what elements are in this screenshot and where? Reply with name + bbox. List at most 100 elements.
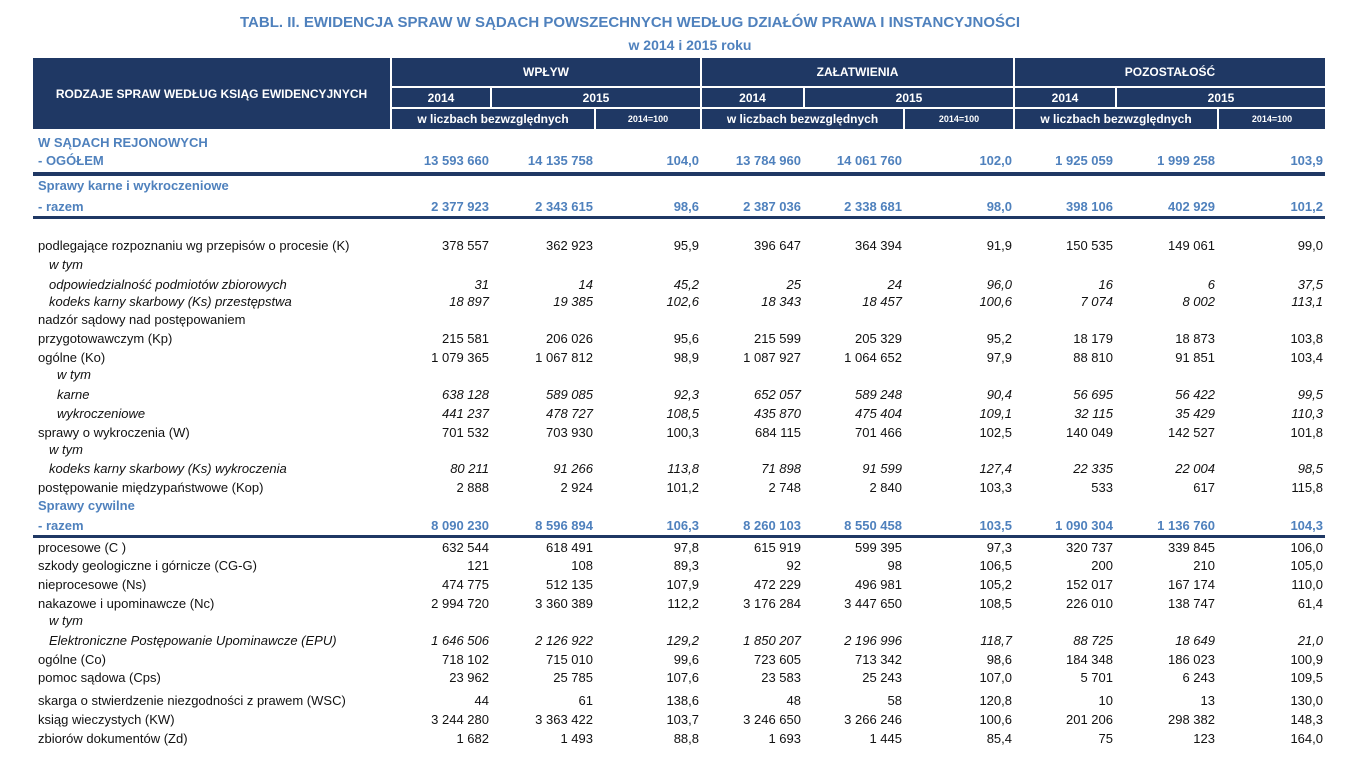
table-row: ogólne (Ko) 1 079 365 1 067 812 98,9 1 087 9… <box>33 349 1325 367</box>
row-value: 100,6 <box>979 712 1012 727</box>
table-row: w tym <box>33 256 1325 274</box>
row-value: 1 087 927 <box>743 350 801 365</box>
header-poz-2014: 2014 <box>1015 88 1115 107</box>
row-label: postępowanie międzypaństwowe (Kop) <box>38 480 264 495</box>
row-label: Sprawy cywilne <box>38 498 135 513</box>
row-value: 152 017 <box>1066 577 1113 592</box>
table-row: skarga o stwierdzenie niezgodności z pra… <box>33 692 1325 710</box>
row-value: 8 260 103 <box>743 518 801 533</box>
row-value: 1 064 652 <box>844 350 902 365</box>
row-value: 18 179 <box>1073 331 1113 346</box>
row-value: 200 <box>1091 558 1113 573</box>
row-value: 149 061 <box>1168 238 1215 253</box>
row-value: 402 929 <box>1168 199 1215 214</box>
row-value: 3 244 280 <box>431 712 489 727</box>
table-subtitle: w 2014 i 2015 roku <box>628 37 752 53</box>
row-value: 107,9 <box>666 577 699 592</box>
row-value: 100,9 <box>1290 652 1323 667</box>
row-value: 615 919 <box>754 540 801 555</box>
header-poz-index: 2014=100 <box>1219 109 1325 129</box>
row-label: W SĄDACH REJONOWYCH <box>38 135 208 150</box>
row-value: 103,9 <box>1290 153 1323 168</box>
table-row: odpowiedzialność podmiotów zbiorowych 31 1… <box>33 276 1325 294</box>
row-value: 472 229 <box>754 577 801 592</box>
row-value: 44 <box>474 693 489 708</box>
row-value: 25 243 <box>862 670 902 685</box>
separator-karne <box>33 216 1325 219</box>
row-label: ogólne (Co) <box>38 652 106 667</box>
header-pozostalosc: POZOSTAŁOŚĆ <box>1015 58 1325 86</box>
row-value: 715 010 <box>546 652 593 667</box>
row-value: 2 377 923 <box>431 199 489 214</box>
row-value: 148,3 <box>1290 712 1323 727</box>
header-zal-2015: 2015 <box>805 88 1013 107</box>
row-value: 97,3 <box>986 540 1012 555</box>
row-value: 3 447 650 <box>844 596 902 611</box>
row-value: 632 544 <box>442 540 489 555</box>
table-row: pomoc sądowa (Cps) 23 962 25 785 107,6 23 58… <box>33 669 1325 687</box>
row-value: 98,5 <box>1297 461 1323 476</box>
row-value: 91 851 <box>1175 350 1215 365</box>
header-wplyw: WPŁYW <box>392 58 700 86</box>
table-row: ksiąg wieczystych (KW) 3 244 280 3 363 422… <box>33 711 1325 729</box>
row-value: 618 491 <box>546 540 593 555</box>
row-value: 103,7 <box>666 712 699 727</box>
table-row: karne 638 128 589 085 92,3 652 057 589 248 90,… <box>33 386 1325 404</box>
row-value: 123 <box>1193 731 1215 746</box>
table-row: nakazowe i upominawcze (Nc) 2 994 720 3 36… <box>33 595 1325 613</box>
row-value: 206 026 <box>546 331 593 346</box>
table-row: kodeks karny skarbowy (Ks) przestępstwa 1… <box>33 293 1325 311</box>
row-value: 1 999 258 <box>1157 153 1215 168</box>
table-row: w tym <box>33 366 1325 384</box>
row-value: 167 174 <box>1168 577 1215 592</box>
row-label: w tym <box>49 613 83 628</box>
table-row: zbiorów dokumentów (Zd) 1 682 1 493 88,8 1 6… <box>33 730 1325 748</box>
row-label: sprawy o wykroczenia (W) <box>38 425 190 440</box>
row-value: 1 067 812 <box>535 350 593 365</box>
row-value: 106,5 <box>979 558 1012 573</box>
row-value: 120,8 <box>979 693 1012 708</box>
table-row: - razem 2 377 923 2 343 615 98,6 2 387 036 2 … <box>33 198 1325 216</box>
row-value: 14 061 760 <box>836 153 902 168</box>
row-value: 100,3 <box>666 425 699 440</box>
row-label: nakazowe i upominawcze (Nc) <box>38 596 215 611</box>
row-value: 103,4 <box>1290 350 1323 365</box>
row-label: ksiąg wieczystych (KW) <box>38 712 175 727</box>
row-value: 103,5 <box>979 518 1012 533</box>
row-value: 103,8 <box>1290 331 1323 346</box>
row-value: 13 784 960 <box>735 153 801 168</box>
row-value: 75 <box>1098 731 1113 746</box>
row-value: 703 930 <box>546 425 593 440</box>
row-value: 91,9 <box>986 238 1012 253</box>
row-value: 1 136 760 <box>1157 518 1215 533</box>
row-value: 1 682 <box>456 731 489 746</box>
row-value: 101,8 <box>1290 425 1323 440</box>
row-value: 95,2 <box>986 331 1012 346</box>
row-value: 105,2 <box>979 577 1012 592</box>
row-value: 2 748 <box>768 480 801 495</box>
row-label: pomoc sądowa (Cps) <box>38 670 161 685</box>
table-row: Sprawy karne i wykroczeniowe <box>33 177 1325 195</box>
row-value: 1 079 365 <box>431 350 489 365</box>
table-row: ogólne (Co) 718 102 715 010 99,6 723 605 713 … <box>33 651 1325 669</box>
row-value: 130,0 <box>1290 693 1323 708</box>
row-value: 1 925 059 <box>1055 153 1113 168</box>
row-value: 23 583 <box>761 670 801 685</box>
row-value: 2 994 720 <box>431 596 489 611</box>
header-zalatwienia: ZAŁATWIENIA <box>702 58 1013 86</box>
row-label: podlegające rozpoznaniu wg przepisów o p… <box>38 238 350 253</box>
table-title: TABL. II. EWIDENCJA SPRAW W SĄDACH POWSZ… <box>240 14 1020 31</box>
row-value: 58 <box>887 693 902 708</box>
separator-ogolem <box>33 172 1325 176</box>
row-value: 138 747 <box>1168 596 1215 611</box>
row-value: 13 593 660 <box>423 153 489 168</box>
row-value: 2 338 681 <box>844 199 902 214</box>
row-value: 1 493 <box>560 731 593 746</box>
row-value: 97,8 <box>673 540 699 555</box>
row-value: 396 647 <box>754 238 801 253</box>
row-label: zbiorów dokumentów (Zd) <box>38 731 188 746</box>
row-value: 104,3 <box>1290 518 1323 533</box>
row-label: procesowe (C ) <box>38 540 127 555</box>
row-label: nieprocesowe (Ns) <box>38 577 147 592</box>
row-value: 201 206 <box>1066 712 1113 727</box>
